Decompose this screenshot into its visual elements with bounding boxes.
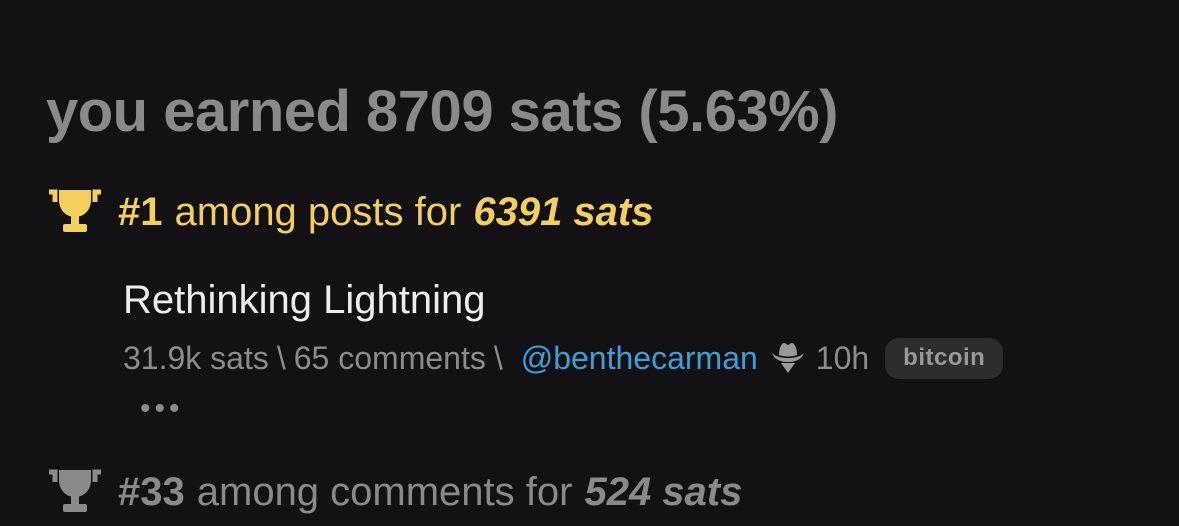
earnings-headline: you earned 8709 sats (5.63%) [46, 79, 838, 144]
post-item: Rethinking Lightning 31.9k sats \ 65 com… [123, 274, 1004, 380]
tag-badge-bitcoin[interactable]: bitcoin [885, 337, 1004, 379]
post-sats[interactable]: 31.9k sats [123, 340, 269, 377]
meta-separator: \ [276, 339, 286, 376]
posts-rank-sats: 6391 sats [473, 189, 654, 234]
trophy-icon [46, 188, 104, 236]
comments-rank: #33 [118, 469, 185, 514]
post-title-link[interactable]: Rethinking Lightning [123, 274, 1003, 326]
posts-rank-line: #1 among posts for 6391 sats [46, 188, 653, 236]
comments-rank-text: among comments for [196, 469, 573, 514]
posts-rank: #1 [118, 189, 163, 234]
comments-rank-line: #33 among comments for 524 sats [46, 468, 742, 516]
meta-separator: \ [493, 339, 503, 376]
post-author-link[interactable]: @benthecarman [521, 340, 758, 377]
post-meta: 31.9k sats \ 65 comments \ @benthecarman… [123, 336, 1004, 380]
posts-rank-text: among posts for [174, 189, 462, 234]
more-options-button[interactable]: ••• [140, 392, 184, 426]
post-comments-link[interactable]: 65 comments [294, 340, 486, 377]
cowboy-hat-icon [770, 341, 806, 375]
trophy-icon [46, 468, 104, 516]
post-age-link[interactable]: 10h [816, 340, 869, 377]
comments-rank-sats: 524 sats [584, 469, 743, 514]
